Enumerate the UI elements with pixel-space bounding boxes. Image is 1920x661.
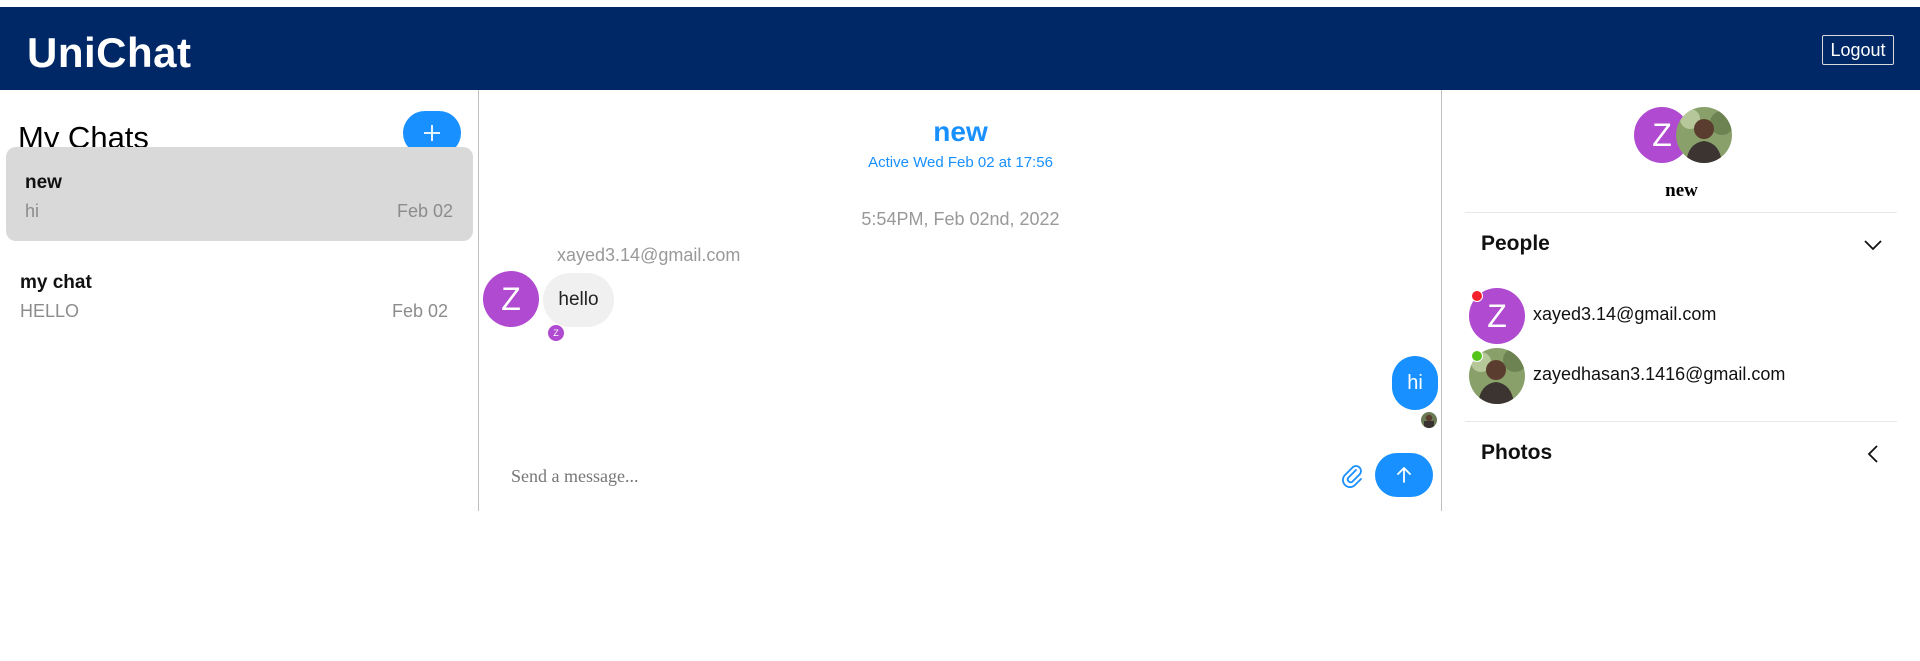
chat-avatars: Z: [1634, 107, 1744, 163]
plus-icon: [424, 125, 440, 141]
message-input[interactable]: [511, 461, 1291, 491]
divider: [1465, 212, 1897, 213]
app-logo: UniChat: [27, 29, 192, 76]
arrow-up-icon: [1397, 467, 1411, 483]
status-dot-online: [1471, 350, 1483, 362]
chat-card-date: Feb 02: [396, 201, 453, 221]
people-section-title[interactable]: People: [1481, 232, 1550, 256]
chat-details-panel: Z new People Z xayed3.14@gmail.com zayed…: [1441, 90, 1920, 511]
status-dot-offline: [1471, 290, 1483, 302]
chevron-left-icon[interactable]: [1862, 443, 1884, 465]
message-timestamp: 5:54PM, Feb 02nd, 2022: [861, 209, 1060, 229]
chat-card-title: new: [25, 172, 62, 193]
chat-card-preview: hi: [25, 201, 40, 221]
message-sender: xayed3.14@gmail.com: [557, 245, 741, 265]
chat-list-panel: My Chats new hi Feb 02 my chat HELLO Feb…: [0, 90, 479, 511]
conversation-panel: new Active Wed Feb 02 at 17:56 5:54PM, F…: [480, 90, 1441, 511]
chat-card-new[interactable]: new hi Feb 02: [6, 147, 473, 241]
outgoing-message: hi: [1392, 356, 1438, 410]
person-email: zayedhasan3.1416@gmail.com: [1533, 364, 1786, 384]
logout-button[interactable]: Logout: [1822, 35, 1894, 65]
chat-card-date: Feb 02: [391, 301, 448, 321]
photos-section-title[interactable]: Photos: [1481, 441, 1552, 465]
read-receipt-avatar: Z: [548, 325, 564, 341]
person-row[interactable]: zayedhasan3.1416@gmail.com: [1469, 348, 1889, 404]
paperclip-icon[interactable]: [1339, 462, 1365, 490]
chat-name: new: [1665, 180, 1698, 201]
chat-card-title: my chat: [20, 272, 92, 293]
send-button[interactable]: [1375, 453, 1433, 497]
divider: [1465, 421, 1897, 422]
chat-card-preview: HELLO: [20, 301, 80, 321]
read-receipt-photo: [1421, 412, 1437, 428]
conversation-activity: Active Wed Feb 02 at 17:56: [868, 154, 1053, 171]
member-photo: [1676, 107, 1732, 163]
top-bar: UniChat Logout: [0, 7, 1920, 90]
incoming-message: hello: [543, 273, 614, 327]
person-row[interactable]: Z xayed3.14@gmail.com: [1469, 288, 1889, 344]
conversation-title: new: [933, 116, 988, 147]
chat-card-my-chat[interactable]: my chat HELLO Feb 02: [1, 247, 468, 341]
chevron-down-icon[interactable]: [1862, 234, 1884, 256]
sender-avatar: Z: [483, 271, 539, 327]
person-email: xayed3.14@gmail.com: [1533, 304, 1717, 324]
